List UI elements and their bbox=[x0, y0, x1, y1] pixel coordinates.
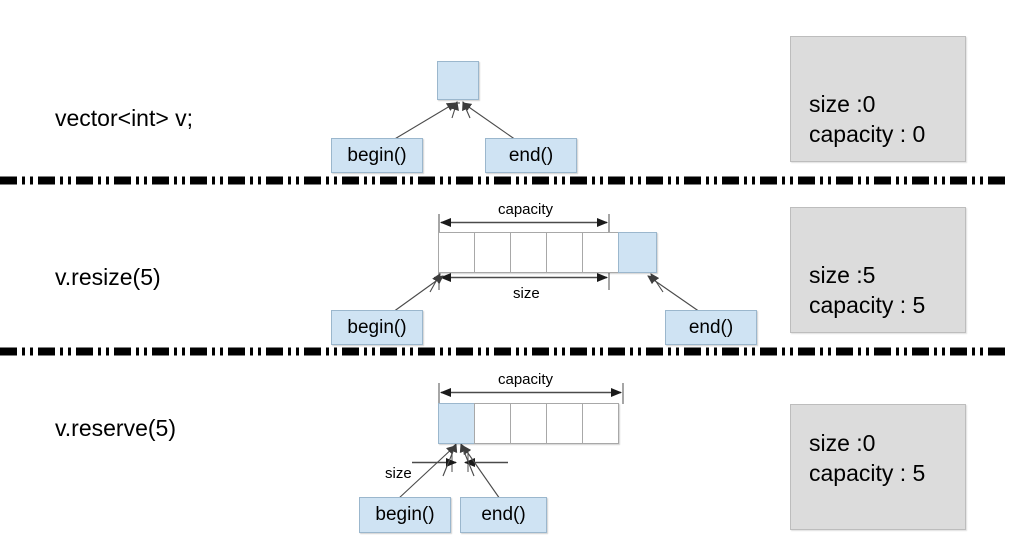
status-size-row2: size :5 bbox=[809, 262, 876, 288]
array-cell bbox=[546, 403, 583, 444]
capacity-label-row3: capacity bbox=[498, 371, 554, 388]
begin-pointer-row2: begin() bbox=[331, 310, 423, 345]
memory-slot-row1 bbox=[437, 61, 479, 100]
array-cell bbox=[474, 403, 511, 444]
array-row3 bbox=[438, 403, 619, 444]
operation-label-row2: v.resize(5) bbox=[55, 264, 161, 290]
array-cell bbox=[582, 403, 619, 444]
array-cell-begin bbox=[438, 403, 475, 444]
operation-label-row3: v.reserve(5) bbox=[55, 415, 176, 441]
array-cell bbox=[546, 232, 583, 273]
array-cell bbox=[474, 232, 511, 273]
status-size-row3: size :0 bbox=[809, 430, 876, 456]
vector-memory-diagram: vector<int> v; begin() end() size :0 cap… bbox=[0, 0, 1009, 553]
capacity-label-row2: capacity bbox=[498, 201, 554, 218]
array-cell bbox=[582, 232, 619, 273]
row2-pointer-leaders bbox=[392, 273, 701, 313]
end-pointer-row3: end() bbox=[460, 497, 547, 533]
end-pointer-row2: end() bbox=[665, 310, 757, 345]
status-box-row3: size :0 capacity : 5 bbox=[790, 404, 966, 530]
status-capacity-row3: capacity : 5 bbox=[809, 460, 926, 486]
status-capacity-row1: capacity : 0 bbox=[809, 121, 926, 147]
status-box-row1: size :0 capacity : 0 bbox=[790, 36, 966, 162]
row3-pointer-leaders bbox=[397, 443, 501, 500]
begin-pointer-row3: begin() bbox=[359, 497, 451, 533]
status-box-row2: size :5 capacity : 5 bbox=[790, 207, 966, 333]
size-label-row2: size bbox=[513, 285, 540, 302]
array-cell bbox=[510, 403, 547, 444]
array-cell bbox=[438, 232, 475, 273]
array-cell bbox=[510, 232, 547, 273]
operation-label-row1: vector<int> v; bbox=[55, 105, 194, 131]
status-capacity-row2: capacity : 5 bbox=[809, 292, 926, 318]
array-cell-past-end bbox=[618, 232, 657, 273]
end-pointer-row1: end() bbox=[485, 138, 577, 173]
array-row2 bbox=[438, 232, 657, 273]
status-size-row1: size :0 bbox=[809, 91, 876, 117]
row1-pointer-leaders bbox=[392, 101, 517, 141]
begin-pointer-row1: begin() bbox=[331, 138, 423, 173]
row3-size-dimension bbox=[412, 452, 508, 472]
size-label-row3: size bbox=[385, 465, 412, 482]
